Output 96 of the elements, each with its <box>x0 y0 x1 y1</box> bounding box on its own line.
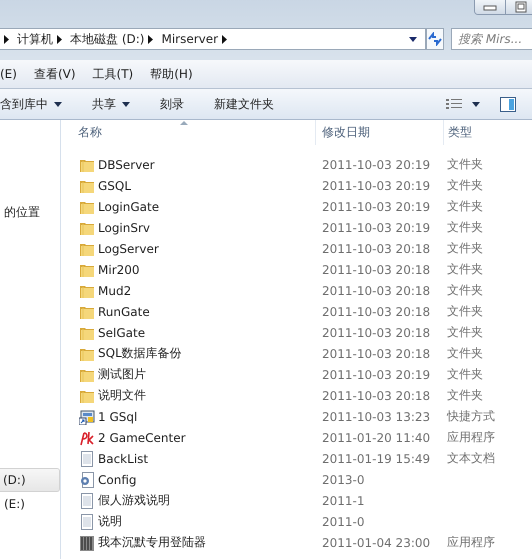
modified-date: 2011-10-03 20:19 <box>322 178 430 192</box>
modified-date: 2011-10-03 20:19 <box>322 220 430 234</box>
breadcrumb[interactable]: 本地磁盘 (D:) <box>70 30 144 48</box>
file-type: 文件夹 <box>447 241 483 255</box>
modified-date: 2011-10-03 20:18 <box>322 304 430 318</box>
chevron-icon <box>147 34 154 44</box>
file-name[interactable]: GSQL <box>98 178 132 192</box>
modified-date: 2011-0 <box>322 514 365 528</box>
chevron-icon <box>3 34 9 44</box>
chevron-icon <box>56 34 62 44</box>
address-bar[interactable]: 计算机 本地磁盘 (D:) Mirserver <box>0 28 426 50</box>
toolbar-button[interactable]: 新建文件夹 <box>214 96 274 112</box>
file-name[interactable]: 1 GSql <box>98 410 138 424</box>
preview-pane-icon[interactable] <box>500 96 516 112</box>
view-list-icon[interactable] <box>446 98 462 110</box>
file-name[interactable]: Mud2 <box>98 284 132 298</box>
menu-item[interactable]: 查看(V) <box>34 66 76 82</box>
modified-date: 2011-10-03 20:19 <box>322 158 430 172</box>
chevron-icon <box>221 34 228 44</box>
search-field[interactable]: 搜索 Mirs... <box>451 28 532 50</box>
app-icon <box>79 430 95 446</box>
modified-date: 2011-10-03 20:19 <box>322 200 430 214</box>
file-name[interactable]: LoginSrv <box>98 220 150 234</box>
caret-icon <box>122 102 130 106</box>
file-name[interactable]: 说明 <box>98 513 122 530</box>
maximize-icon <box>514 1 528 13</box>
file-name[interactable]: BackList <box>98 452 148 466</box>
modified-date: 2011-10-03 20:18 <box>322 242 430 256</box>
file-type: 文件夹 <box>447 220 483 234</box>
file-type: 文件夹 <box>447 157 483 171</box>
modified-date: 2011-10-03 20:18 <box>322 262 430 276</box>
file-type: 快捷方式 <box>447 409 495 423</box>
file-name[interactable]: SQL数据库备份 <box>98 345 182 362</box>
file-type: 文件夹 <box>447 283 483 297</box>
modified-date: 2011-01-20 11:40 <box>322 430 430 444</box>
breadcrumb[interactable]: 计算机 <box>17 30 53 48</box>
modified-date: 2011-10-03 20:18 <box>322 388 430 402</box>
minimize-icon <box>483 3 497 11</box>
column-header[interactable]: 名称 <box>61 120 316 145</box>
file-name[interactable]: Mir200 <box>98 262 140 276</box>
app-icon <box>79 534 95 550</box>
file-type: 文件夹 <box>447 178 483 192</box>
caret-icon <box>54 102 62 106</box>
settings-file-icon <box>79 472 95 488</box>
menu-item[interactable]: 帮助(H) <box>150 66 193 82</box>
file-name[interactable]: 说明文件 <box>98 387 146 404</box>
menu-item[interactable]: (E) <box>0 67 17 81</box>
shortcut-icon <box>79 408 95 424</box>
dropdown-icon[interactable] <box>472 102 480 106</box>
file-name[interactable]: 假人游戏说明 <box>98 492 170 509</box>
file-type: 文件夹 <box>447 262 483 276</box>
file-name[interactable]: 我本沉默专用登陆器 <box>98 534 206 551</box>
file-type: 文件夹 <box>447 367 483 381</box>
file-type: 文本文档 <box>447 451 495 465</box>
modified-date: 2011-01-19 15:49 <box>322 452 430 466</box>
modified-date: 2011-10-03 13:23 <box>322 410 430 424</box>
nav-item[interactable]: (D:) <box>0 468 60 492</box>
file-type: 文件夹 <box>447 388 483 402</box>
modified-date: 2011-1 <box>322 494 365 508</box>
maximize-button[interactable] <box>506 0 532 14</box>
refresh-button[interactable] <box>426 28 444 50</box>
file-type: 文件夹 <box>447 304 483 318</box>
text-file-icon <box>79 514 95 530</box>
file-name[interactable]: Config <box>98 472 137 486</box>
modified-date: 2011-10-03 20:18 <box>322 346 430 360</box>
modified-date: 2011-01-04 23:00 <box>322 536 430 550</box>
modified-date: 2011-10-03 20:19 <box>322 368 430 382</box>
file-name[interactable]: RunGate <box>98 304 150 318</box>
toolbar-button[interactable]: 含到库中 <box>0 96 62 112</box>
modified-date: 2011-10-03 20:18 <box>322 326 430 340</box>
file-type: 应用程序 <box>447 430 495 444</box>
file-type: 文件夹 <box>447 199 483 213</box>
file-type: 文件夹 <box>447 325 483 339</box>
file-type: 文件夹 <box>447 346 483 360</box>
breadcrumb[interactable]: Mirserver <box>161 32 218 46</box>
file-name[interactable]: LogServer <box>98 242 159 256</box>
toolbar-button[interactable]: 共享 <box>92 96 130 112</box>
nav-item[interactable]: (E:) <box>0 492 60 516</box>
modified-date: 2013-0 <box>322 472 365 486</box>
sort-arrow-icon <box>180 121 188 125</box>
toolbar-button[interactable]: 刻录 <box>160 96 184 112</box>
dropdown-icon[interactable] <box>409 36 417 42</box>
column-header[interactable]: 修改日期 <box>316 120 444 145</box>
column-header[interactable]: 类型 <box>444 120 532 145</box>
file-name[interactable]: DBServer <box>98 158 155 172</box>
minimize-button[interactable] <box>475 0 506 14</box>
file-name[interactable]: LoginGate <box>98 200 160 214</box>
nav-item[interactable]: 的位置 <box>0 200 60 224</box>
modified-date: 2011-10-03 20:18 <box>322 284 430 298</box>
text-file-icon <box>79 492 95 508</box>
file-name[interactable]: 2 GameCenter <box>98 430 186 444</box>
file-name[interactable]: SelGate <box>98 326 146 340</box>
file-name[interactable]: 测试图片 <box>98 366 146 383</box>
file-type: 应用程序 <box>447 535 495 549</box>
text-file-icon <box>79 450 95 466</box>
menu-item[interactable]: 工具(T) <box>92 66 134 82</box>
